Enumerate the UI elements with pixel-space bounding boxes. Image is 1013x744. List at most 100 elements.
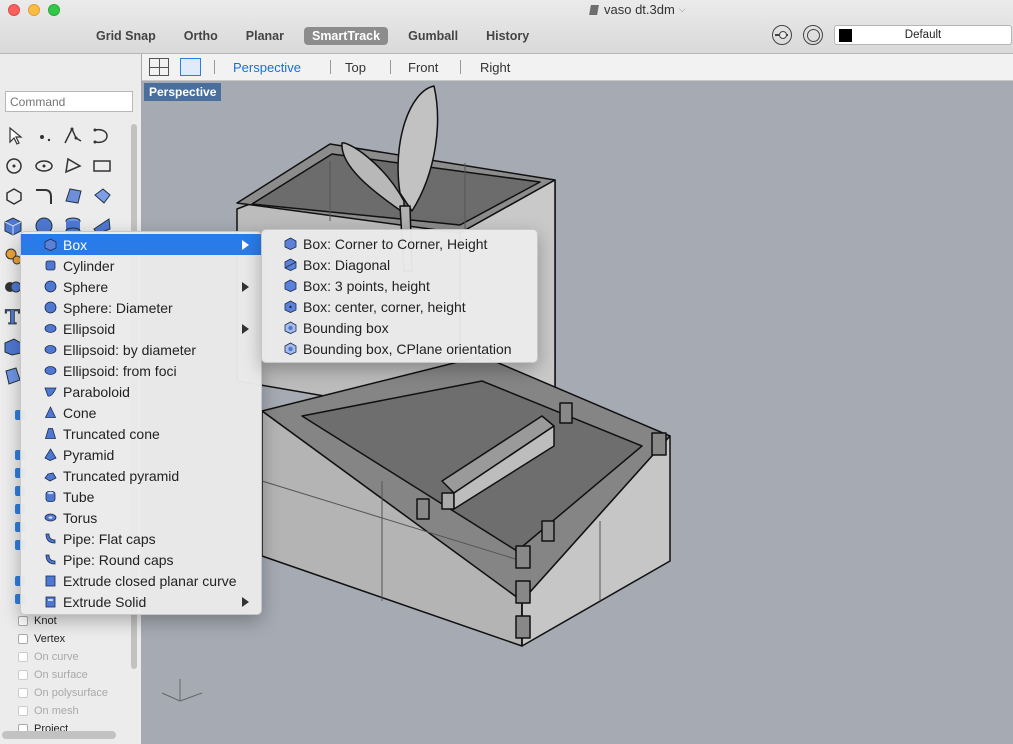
menu-item-truncated-pyramid[interactable]: Truncated pyramid xyxy=(21,465,261,486)
menu-item-ellipsoid-by-diameter[interactable]: Ellipsoid: by diameter xyxy=(21,339,261,360)
panel-horizontal-scrollbar[interactable] xyxy=(2,731,116,739)
select-arrow-icon[interactable] xyxy=(5,125,27,147)
rhino-document-icon xyxy=(588,4,600,16)
mode-gumball[interactable]: Gumball xyxy=(400,27,466,45)
circle-icon[interactable] xyxy=(3,155,25,177)
checkbox[interactable] xyxy=(18,670,28,680)
tube-icon xyxy=(45,491,56,502)
divider xyxy=(460,60,461,74)
menu-item-bounding-box[interactable]: Bounding box xyxy=(262,317,537,338)
extrude-icon xyxy=(45,575,56,587)
mode-ortho[interactable]: Ortho xyxy=(176,27,226,45)
viewport-tab-bar: Perspective Top Front Right xyxy=(142,54,1013,81)
menu-item-pipe-flat-caps[interactable]: Pipe: Flat caps xyxy=(21,528,261,549)
layer-name: Default xyxy=(904,29,942,41)
tab-top[interactable]: Top xyxy=(345,60,366,75)
minimize-window-button[interactable] xyxy=(28,4,40,16)
menu-item-box-corner-to-corner[interactable]: Box: Corner to Corner, Height xyxy=(262,233,537,254)
tab-perspective[interactable]: Perspective xyxy=(233,60,301,75)
single-viewport-icon[interactable] xyxy=(180,58,201,76)
checkbox[interactable] xyxy=(18,706,28,716)
osnap-on-polysurface[interactable]: On polysurface xyxy=(18,684,132,702)
osnap-toggle-icon[interactable] xyxy=(772,25,792,45)
viewport-title[interactable]: Perspective xyxy=(144,83,222,101)
box-icon xyxy=(284,300,297,313)
submenu-arrow-icon xyxy=(242,324,249,334)
perspective-viewport[interactable]: Perspective xyxy=(142,81,1013,744)
submenu-arrow-icon xyxy=(242,240,249,250)
divider xyxy=(330,60,331,74)
box-icon xyxy=(284,237,297,250)
osnap-on-curve[interactable]: On curve xyxy=(18,648,132,666)
menu-item-cone[interactable]: Cone xyxy=(21,402,261,423)
divider xyxy=(390,60,391,74)
cone-icon xyxy=(44,428,57,439)
cone-icon xyxy=(44,406,57,418)
menu-item-cylinder[interactable]: Cylinder xyxy=(21,255,261,276)
document-title[interactable]: vaso dt.3dm ⌵ xyxy=(588,2,686,17)
mode-history[interactable]: History xyxy=(478,27,537,45)
paraboloid-icon xyxy=(44,387,57,397)
svg-text:T: T xyxy=(5,305,20,327)
menu-item-box[interactable]: Box xyxy=(21,234,261,255)
zoom-window-button[interactable] xyxy=(48,4,60,16)
sphere-icon xyxy=(44,280,57,293)
command-input[interactable] xyxy=(5,91,133,112)
menu-item-sphere[interactable]: Sphere xyxy=(21,276,261,297)
ellipsoid-icon xyxy=(44,366,57,375)
menu-item-truncated-cone[interactable]: Truncated cone xyxy=(21,423,261,444)
menu-item-bounding-box-cplane[interactable]: Bounding box, CPlane orientation xyxy=(262,338,537,359)
world-axes-icon xyxy=(161,679,203,702)
polyline-icon[interactable] xyxy=(62,125,84,147)
mode-grid-snap[interactable]: Grid Snap xyxy=(88,27,164,45)
polygon-icon[interactable] xyxy=(3,185,25,207)
checkbox[interactable] xyxy=(18,688,28,698)
layer-selector[interactable]: Default xyxy=(834,25,1012,45)
ellipsoid-icon xyxy=(44,345,57,354)
menu-item-ellipsoid[interactable]: Ellipsoid xyxy=(21,318,261,339)
close-window-button[interactable] xyxy=(8,4,20,16)
torus-icon xyxy=(44,513,57,522)
checkbox[interactable] xyxy=(18,616,28,626)
tab-front[interactable]: Front xyxy=(408,60,438,75)
solid-menu: Box Cylinder Sphere Sphere: Diameter Ell… xyxy=(20,231,262,615)
ellipsoid-icon xyxy=(44,324,57,333)
mode-planar[interactable]: Planar xyxy=(238,27,292,45)
menu-item-tube[interactable]: Tube xyxy=(21,486,261,507)
submenu-arrow-icon xyxy=(242,282,249,292)
menu-item-pyramid[interactable]: Pyramid xyxy=(21,444,261,465)
mode-smarttrack[interactable]: SmartTrack xyxy=(303,27,389,45)
osnap-list: Knot Vertex On curve On surface On polys… xyxy=(18,612,132,738)
menu-item-pipe-round-caps[interactable]: Pipe: Round caps xyxy=(21,549,261,570)
menu-item-box-diagonal[interactable]: Box: Diagonal xyxy=(262,254,537,275)
ellipse-icon[interactable] xyxy=(33,155,55,177)
checkbox[interactable] xyxy=(18,634,28,644)
menu-item-box-3-points[interactable]: Box: 3 points, height xyxy=(262,275,537,296)
point-icon[interactable] xyxy=(34,125,56,147)
pipe-icon xyxy=(45,554,56,565)
menu-item-sphere-diameter[interactable]: Sphere: Diameter xyxy=(21,297,261,318)
checkbox[interactable] xyxy=(18,652,28,662)
menu-item-torus[interactable]: Torus xyxy=(21,507,261,528)
tab-right[interactable]: Right xyxy=(480,60,510,75)
chevron-down-icon: ⌵ xyxy=(678,4,686,14)
sweep-icon[interactable] xyxy=(91,185,113,207)
osnap-on-surface[interactable]: On surface xyxy=(18,666,132,684)
osnap-vertex[interactable]: Vertex xyxy=(18,630,132,648)
osnap-on-mesh[interactable]: On mesh xyxy=(18,702,132,720)
bounding-box-icon xyxy=(284,342,297,355)
menu-item-paraboloid[interactable]: Paraboloid xyxy=(21,381,261,402)
menu-item-extrude-closed-planar-curve[interactable]: Extrude closed planar curve xyxy=(21,570,261,591)
menu-item-ellipsoid-from-foci[interactable]: Ellipsoid: from foci xyxy=(21,360,261,381)
fillet-icon[interactable] xyxy=(33,185,55,207)
title-bar: vaso dt.3dm ⌵ Grid Snap Ortho Planar Sma… xyxy=(0,0,1013,54)
surface-icon[interactable] xyxy=(62,185,84,207)
cylinder-icon xyxy=(45,260,56,271)
four-viewports-icon[interactable] xyxy=(149,58,169,76)
target-icon[interactable] xyxy=(803,25,823,45)
menu-item-extrude-solid[interactable]: Extrude Solid xyxy=(21,591,261,612)
menu-item-box-center-corner[interactable]: Box: center, corner, height xyxy=(262,296,537,317)
arc-icon[interactable] xyxy=(62,155,84,177)
curve-icon[interactable] xyxy=(91,125,113,147)
rectangle-icon[interactable] xyxy=(91,155,113,177)
